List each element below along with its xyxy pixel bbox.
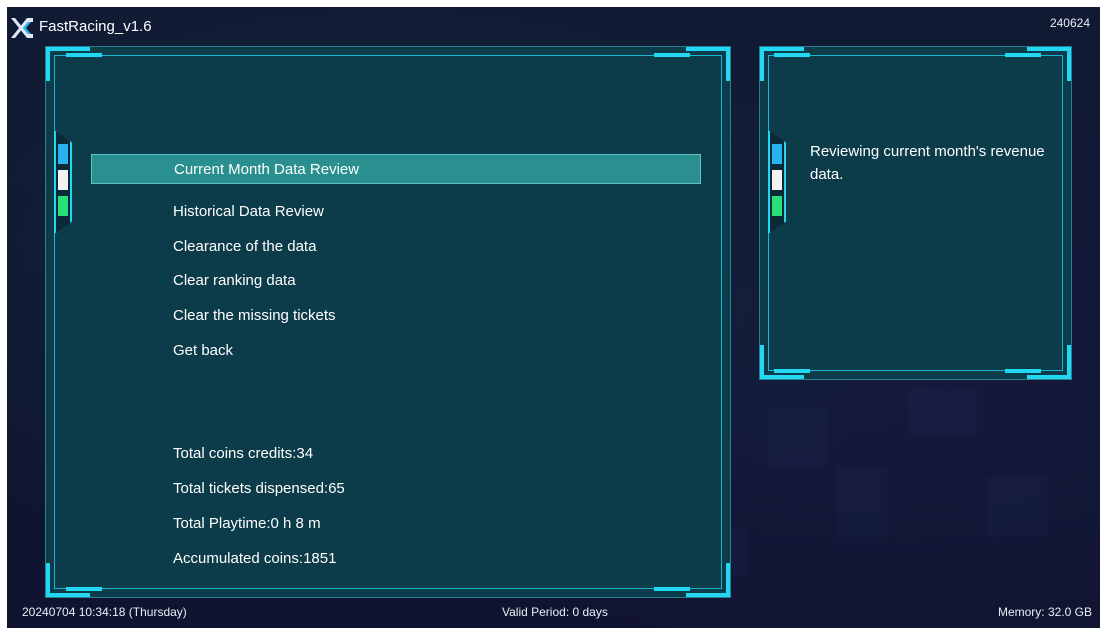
- blue-tab-swatch: [58, 144, 68, 164]
- edge-accent: [654, 53, 690, 57]
- green-tab-swatch: [58, 196, 68, 216]
- stat-coins-credits: Total coins credits:34: [173, 445, 314, 462]
- menu-item-clear-missing-tickets[interactable]: Clear the missing tickets: [91, 301, 701, 331]
- game-settings-screen: FastRacing_v1.6 240624 Current Month Dat…: [7, 7, 1100, 628]
- white-tab-swatch: [772, 170, 782, 190]
- corner-bracket: [686, 563, 730, 597]
- background-tile: [907, 387, 977, 437]
- footer-datetime: 20240704 10:34:18 (Thursday): [22, 605, 187, 619]
- edge-accent: [66, 53, 102, 57]
- side-color-tabs: [54, 130, 72, 234]
- menu-item-clearance-of-data[interactable]: Clearance of the data: [91, 232, 701, 262]
- corner-bracket: [46, 563, 90, 597]
- edge-accent: [66, 587, 102, 591]
- corner-bracket: [1027, 345, 1071, 379]
- menu-item-get-back[interactable]: Get back: [91, 336, 701, 366]
- info-description: Reviewing current month's revenue data.: [810, 143, 1045, 183]
- green-tab-swatch: [772, 196, 782, 216]
- build-code: 240624: [1049, 16, 1090, 30]
- app-title: FastRacing_v1.6: [39, 18, 152, 35]
- menu-item-historical-data-review[interactable]: Historical Data Review: [91, 197, 701, 227]
- edge-accent: [1005, 53, 1041, 57]
- blue-tab-swatch: [772, 144, 782, 164]
- edge-accent: [774, 53, 810, 57]
- edge-accent: [654, 587, 690, 591]
- menu-item-clear-ranking-data[interactable]: Clear ranking data: [91, 266, 701, 296]
- app-logo-icon: [11, 18, 33, 38]
- background-tile: [767, 407, 827, 467]
- stat-playtime: Total Playtime:0 h 8 m: [173, 515, 321, 532]
- corner-bracket: [686, 47, 730, 81]
- footer-valid-period: Valid Period: 0 days: [502, 605, 608, 619]
- stat-accumulated-coins: Accumulated coins:1851: [173, 550, 337, 567]
- stat-tickets-dispensed: Total tickets dispensed:65: [173, 480, 345, 497]
- edge-accent: [1005, 369, 1041, 373]
- menu-item-current-month-data-review[interactable]: Current Month Data Review: [91, 154, 701, 184]
- footer-memory: Memory: 32.0 GB: [997, 605, 1092, 619]
- panel-inner-border: [768, 55, 1063, 371]
- info-panel: Reviewing current month's revenue data.: [759, 46, 1072, 380]
- side-color-tabs: [768, 130, 786, 234]
- white-tab-swatch: [58, 170, 68, 190]
- background-tile: [987, 477, 1047, 537]
- edge-accent: [774, 369, 810, 373]
- corner-bracket: [760, 345, 804, 379]
- background-tile: [837, 467, 887, 537]
